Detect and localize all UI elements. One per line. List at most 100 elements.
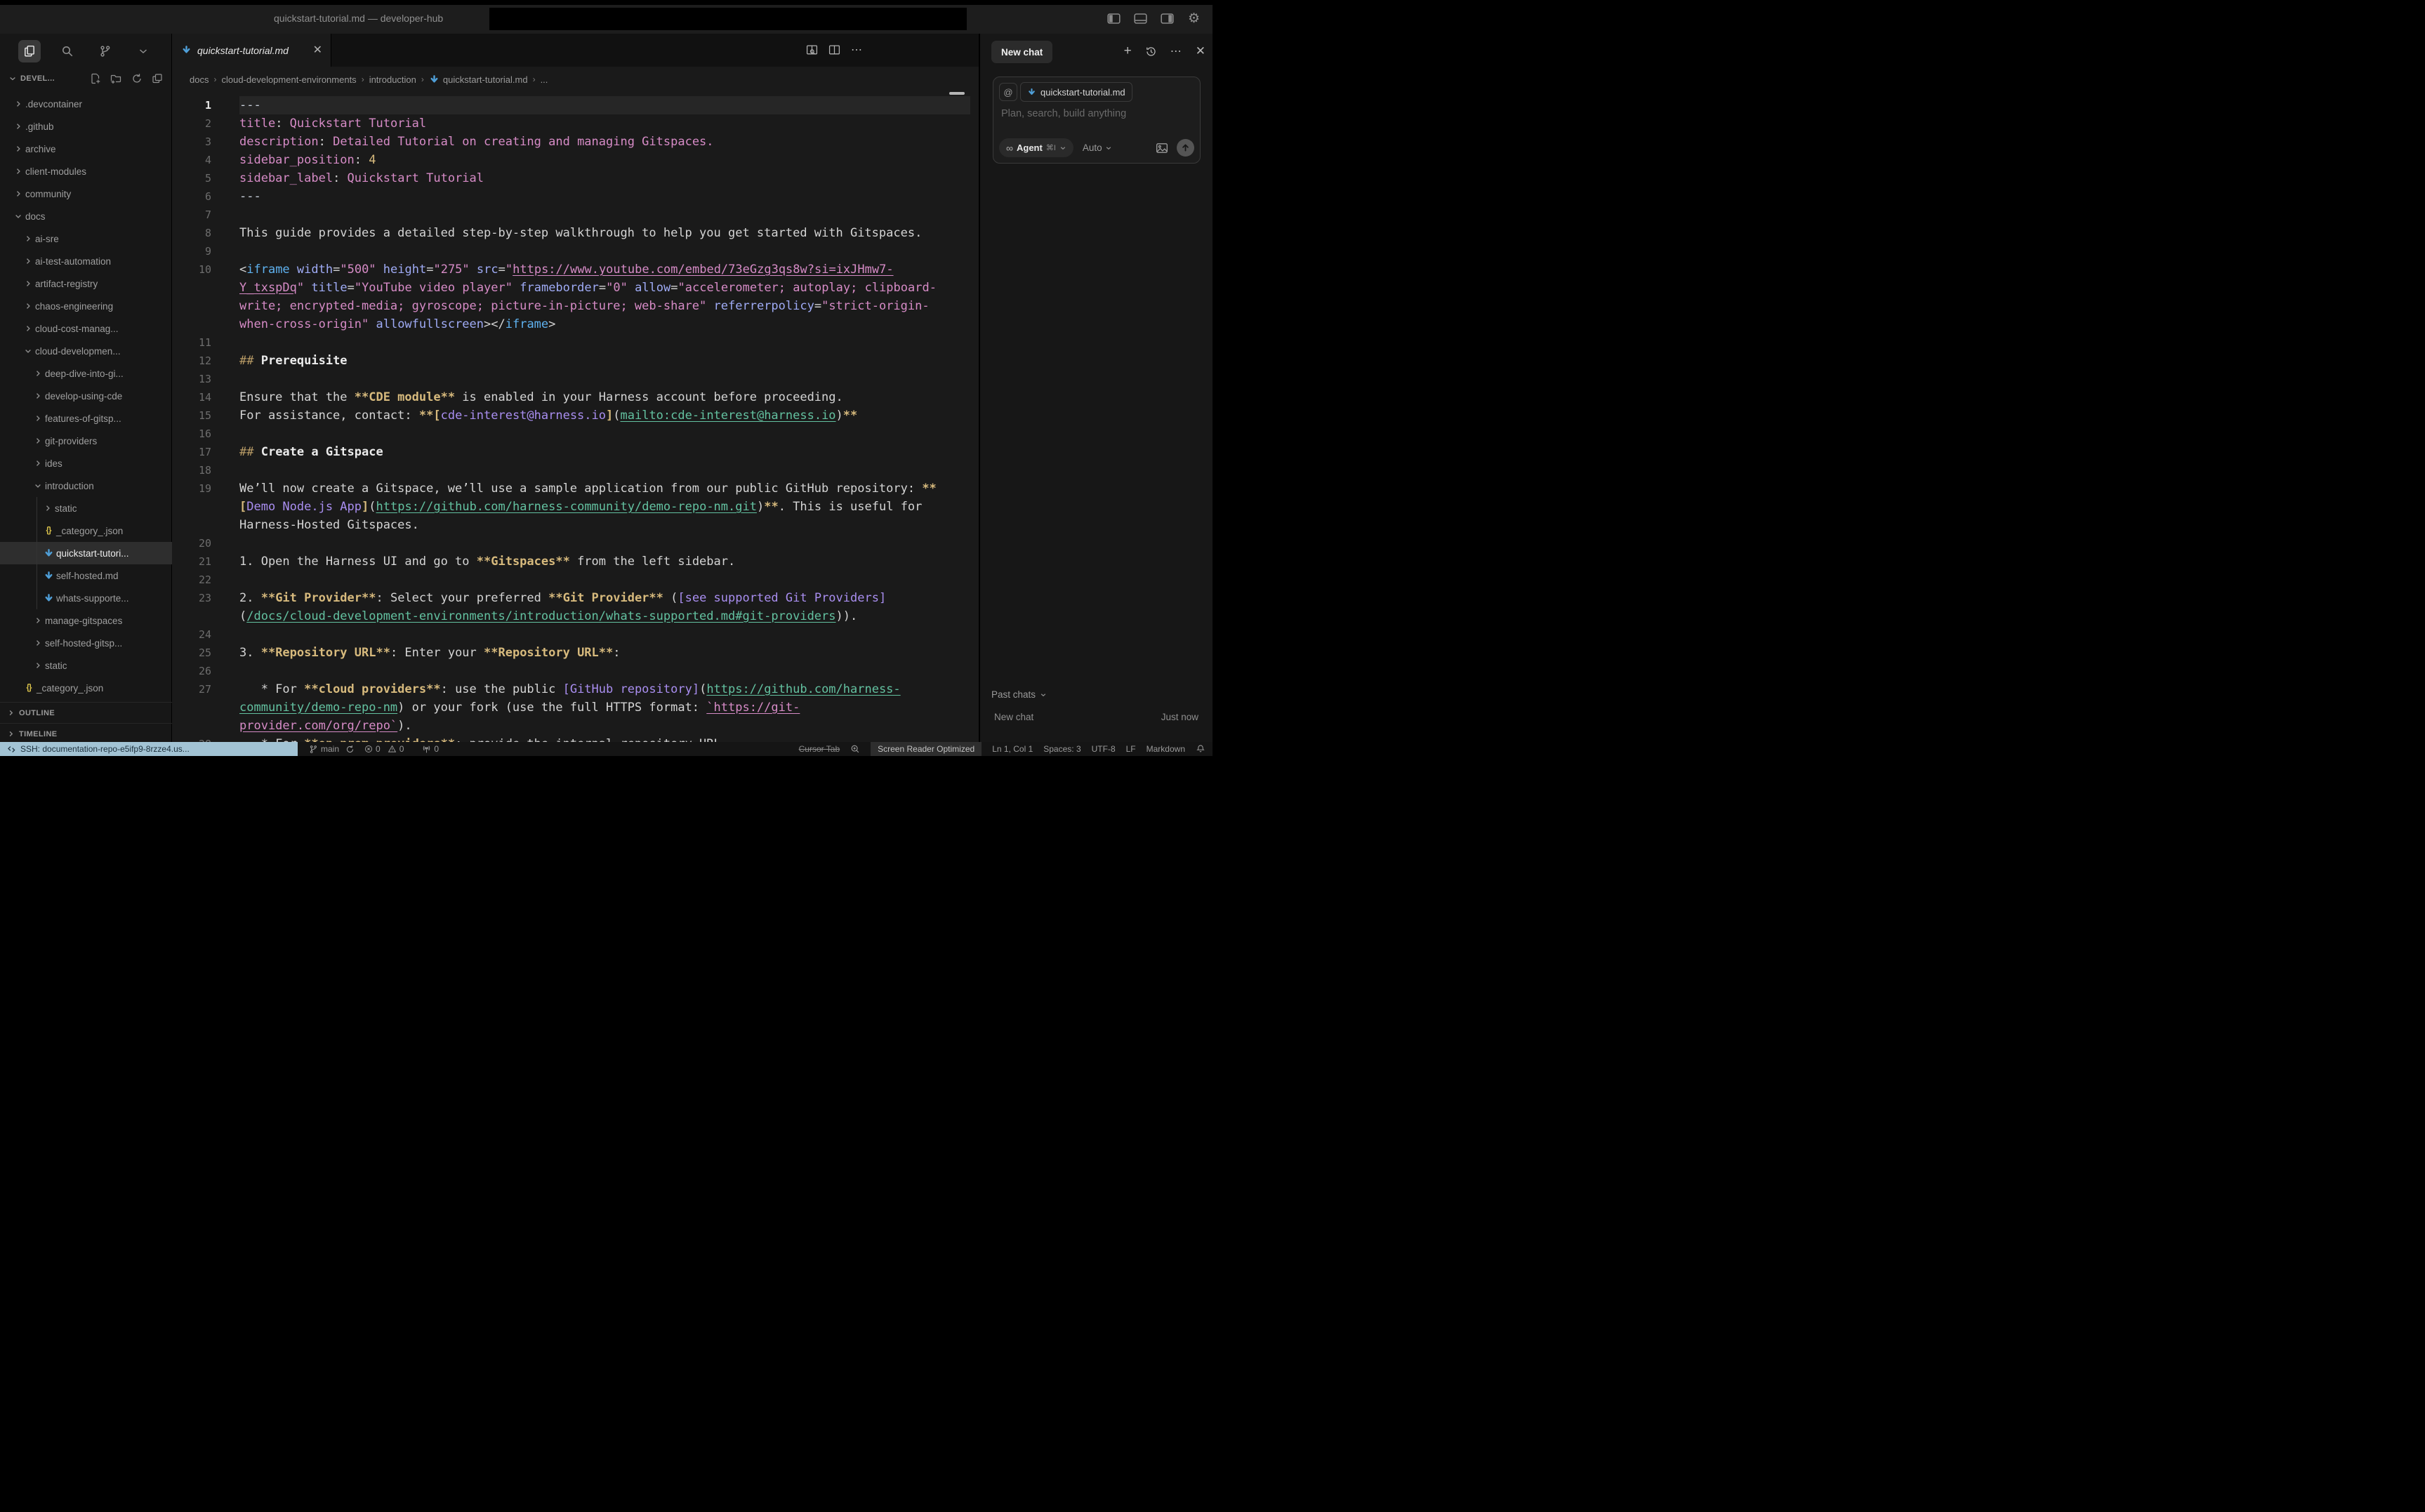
breadcrumb-item-[interactable]: ... xyxy=(541,74,548,85)
tree-item-quickstart-tutori[interactable]: quickstart-tutori... xyxy=(0,542,172,564)
send-button[interactable] xyxy=(1177,139,1194,157)
tree-item-artifact-registry[interactable]: artifact-registry xyxy=(0,272,172,295)
notifications-bell-icon[interactable] xyxy=(1196,744,1205,754)
past-chat-item[interactable]: New chat Just now xyxy=(994,712,1198,722)
collapse-folders-icon[interactable] xyxy=(152,73,163,84)
tree-item-ides[interactable]: ides xyxy=(0,452,172,475)
breadcrumb-item-docs[interactable]: docs xyxy=(190,74,209,85)
split-editor-icon[interactable] xyxy=(828,44,840,56)
search-icon[interactable] xyxy=(56,40,79,62)
chat-tab-new-chat[interactable]: New chat xyxy=(991,41,1052,63)
editor-line-22[interactable]: 22 xyxy=(173,571,979,589)
editor-line-15[interactable]: 15For assistance, contact: **[cde-intere… xyxy=(173,406,979,425)
cursor-tab-status[interactable]: Cursor Tab xyxy=(799,744,840,754)
tree-item-ai-test-automation[interactable]: ai-test-automation xyxy=(0,250,172,272)
toggle-panel-icon[interactable] xyxy=(1133,11,1148,26)
tree-item-whats-supporte[interactable]: whats-supporte... xyxy=(0,587,172,609)
tree-item-features-of-gitsp[interactable]: features-of-gitsp... xyxy=(0,407,172,430)
tree-item-deep-dive-into-gi[interactable]: deep-dive-into-gi... xyxy=(0,362,172,385)
editor-line-16[interactable]: 16 xyxy=(173,425,979,443)
editor-line-wrap[interactable]: provider.com/org/repo`). xyxy=(173,717,979,735)
tab-close-icon[interactable]: ✕ xyxy=(313,45,322,56)
language-mode-status[interactable]: Markdown xyxy=(1147,744,1185,754)
editor-line-17[interactable]: 17## Create a Gitspace xyxy=(173,443,979,461)
editor-line-20[interactable]: 20 xyxy=(173,534,979,552)
tree-item-chaos-engineering[interactable]: chaos-engineering xyxy=(0,295,172,317)
tree-item-cloud-developmen[interactable]: cloud-developmen... xyxy=(0,340,172,362)
toggle-secondary-sidebar-icon[interactable] xyxy=(1160,11,1175,26)
editor-line-13[interactable]: 13 xyxy=(173,370,979,388)
cursor-position-status[interactable]: Ln 1, Col 1 xyxy=(992,744,1033,754)
eol-status[interactable]: LF xyxy=(1126,744,1136,754)
model-dropdown[interactable]: Auto xyxy=(1083,142,1112,153)
editor-line-3[interactable]: 3description: Detailed Tutorial on creat… xyxy=(173,133,979,151)
toggle-primary-sidebar-icon[interactable] xyxy=(1106,11,1121,26)
breadcrumb-item-quickstart-tutorial-md[interactable]: quickstart-tutorial.md xyxy=(429,74,528,85)
agent-mode-dropdown[interactable]: ∞ Agent ⌘I xyxy=(999,138,1073,157)
past-chats-header[interactable]: Past chats xyxy=(991,689,1047,700)
chat-input[interactable]: @ quickstart-tutorial.md Plan, search, b… xyxy=(993,77,1201,164)
chat-close-icon[interactable]: ✕ xyxy=(1196,44,1205,58)
screen-reader-status[interactable]: Screen Reader Optimized xyxy=(871,742,982,756)
editor-line-5[interactable]: 5sidebar_label: Quickstart Tutorial xyxy=(173,169,979,187)
more-views-chevron-icon[interactable] xyxy=(132,40,154,62)
new-file-icon[interactable] xyxy=(90,73,101,84)
editor-line-27[interactable]: 27 * For **cloud providers**: use the pu… xyxy=(173,680,979,698)
editor-line-12[interactable]: 12## Prerequisite xyxy=(173,352,979,370)
editor-line-wrap[interactable]: (/docs/cloud-development-environments/in… xyxy=(173,607,979,625)
tree-item-cloud-cost-manag[interactable]: cloud-cost-manag... xyxy=(0,317,172,340)
editor-line-8[interactable]: 8This guide provides a detailed step-by-… xyxy=(173,224,979,242)
open-preview-icon[interactable] xyxy=(806,44,818,56)
editor-line-25[interactable]: 253. **Repository URL**: Enter your **Re… xyxy=(173,644,979,662)
settings-gear-icon[interactable]: ⚙ xyxy=(1187,11,1201,26)
editor-line-9[interactable]: 9 xyxy=(173,242,979,260)
add-context-button[interactable]: @ xyxy=(999,83,1017,101)
outline-section-header[interactable]: OUTLINE xyxy=(0,702,172,723)
tree-item-self-hosted-md[interactable]: self-hosted.md xyxy=(0,564,172,587)
more-actions-icon[interactable]: ⋯ xyxy=(851,43,863,57)
editor-line-11[interactable]: 11 xyxy=(173,333,979,352)
editor-line-wrap[interactable]: community/demo-repo-nm) or your fork (us… xyxy=(173,698,979,717)
editor-line-18[interactable]: 18 xyxy=(173,461,979,479)
editor-line-19[interactable]: 19We’ll now create a Gitspace, we’ll use… xyxy=(173,479,979,498)
tree-item-category-json[interactable]: {}_category_.json xyxy=(0,519,172,542)
scrollbar-thumb[interactable] xyxy=(949,92,965,95)
remote-indicator[interactable]: SSH: documentation-repo-e5ifp9-8rzze4.us… xyxy=(0,742,298,756)
breadcrumb-item-cloud-development-environments[interactable]: cloud-development-environments xyxy=(221,74,356,85)
problems-status[interactable]: 0 0 xyxy=(364,744,404,754)
explorer-icon[interactable] xyxy=(18,40,41,62)
tree-item-introduction[interactable]: introduction xyxy=(0,475,172,497)
tree-item-docs[interactable]: docs xyxy=(0,205,172,227)
editor-line-28[interactable]: 28 * For **on-prem providers**: provide … xyxy=(173,735,979,742)
tree-item-devcontainer[interactable]: .devcontainer xyxy=(0,93,172,115)
source-control-icon[interactable] xyxy=(94,40,117,62)
editor-line-21[interactable]: 211. Open the Harness UI and go to **Git… xyxy=(173,552,979,571)
tree-item-static[interactable]: static xyxy=(0,654,172,677)
encoding-status[interactable]: UTF-8 xyxy=(1092,744,1116,754)
tree-item-client-modules[interactable]: client-modules xyxy=(0,160,172,183)
editor-line-14[interactable]: 14Ensure that the **CDE module** is enab… xyxy=(173,388,979,406)
tree-item-ai-sre[interactable]: ai-sre xyxy=(0,227,172,250)
editor-line-6[interactable]: 6--- xyxy=(173,187,979,206)
editor-line-wrap[interactable]: Y_txspDq" title="YouTube video player" f… xyxy=(173,279,979,297)
tree-item-develop-using-cde[interactable]: develop-using-cde xyxy=(0,385,172,407)
explorer-section-header[interactable]: DEVEL... xyxy=(0,69,171,88)
editor-line-7[interactable]: 7 xyxy=(173,206,979,224)
tree-item-community[interactable]: community xyxy=(0,183,172,205)
new-folder-icon[interactable] xyxy=(110,73,122,84)
chat-more-icon[interactable]: ⋯ xyxy=(1170,44,1182,58)
refresh-icon[interactable] xyxy=(131,73,143,84)
git-branch-status[interactable]: main xyxy=(309,744,355,754)
tree-item-category-json[interactable]: {}_category_.json xyxy=(0,677,172,699)
editor-line-4[interactable]: 4sidebar_position: 4 xyxy=(173,151,979,169)
breadcrumb-item-introduction[interactable]: introduction xyxy=(369,74,416,85)
attach-image-icon[interactable] xyxy=(1156,142,1168,154)
editor-line-10[interactable]: 10<iframe width="500" height="275" src="… xyxy=(173,260,979,279)
editor-line-2[interactable]: 2title: Quickstart Tutorial xyxy=(173,114,979,133)
chat-history-icon[interactable] xyxy=(1145,46,1157,58)
tab-quickstart-tutorial[interactable]: quickstart-tutorial.md ✕ xyxy=(173,34,331,67)
zoom-indicator-icon[interactable] xyxy=(850,744,860,754)
editor-line-24[interactable]: 24 xyxy=(173,625,979,644)
editor-line-wrap[interactable]: [Demo Node.js App](https://github.com/ha… xyxy=(173,498,979,516)
tree-item-static[interactable]: static xyxy=(0,497,172,519)
